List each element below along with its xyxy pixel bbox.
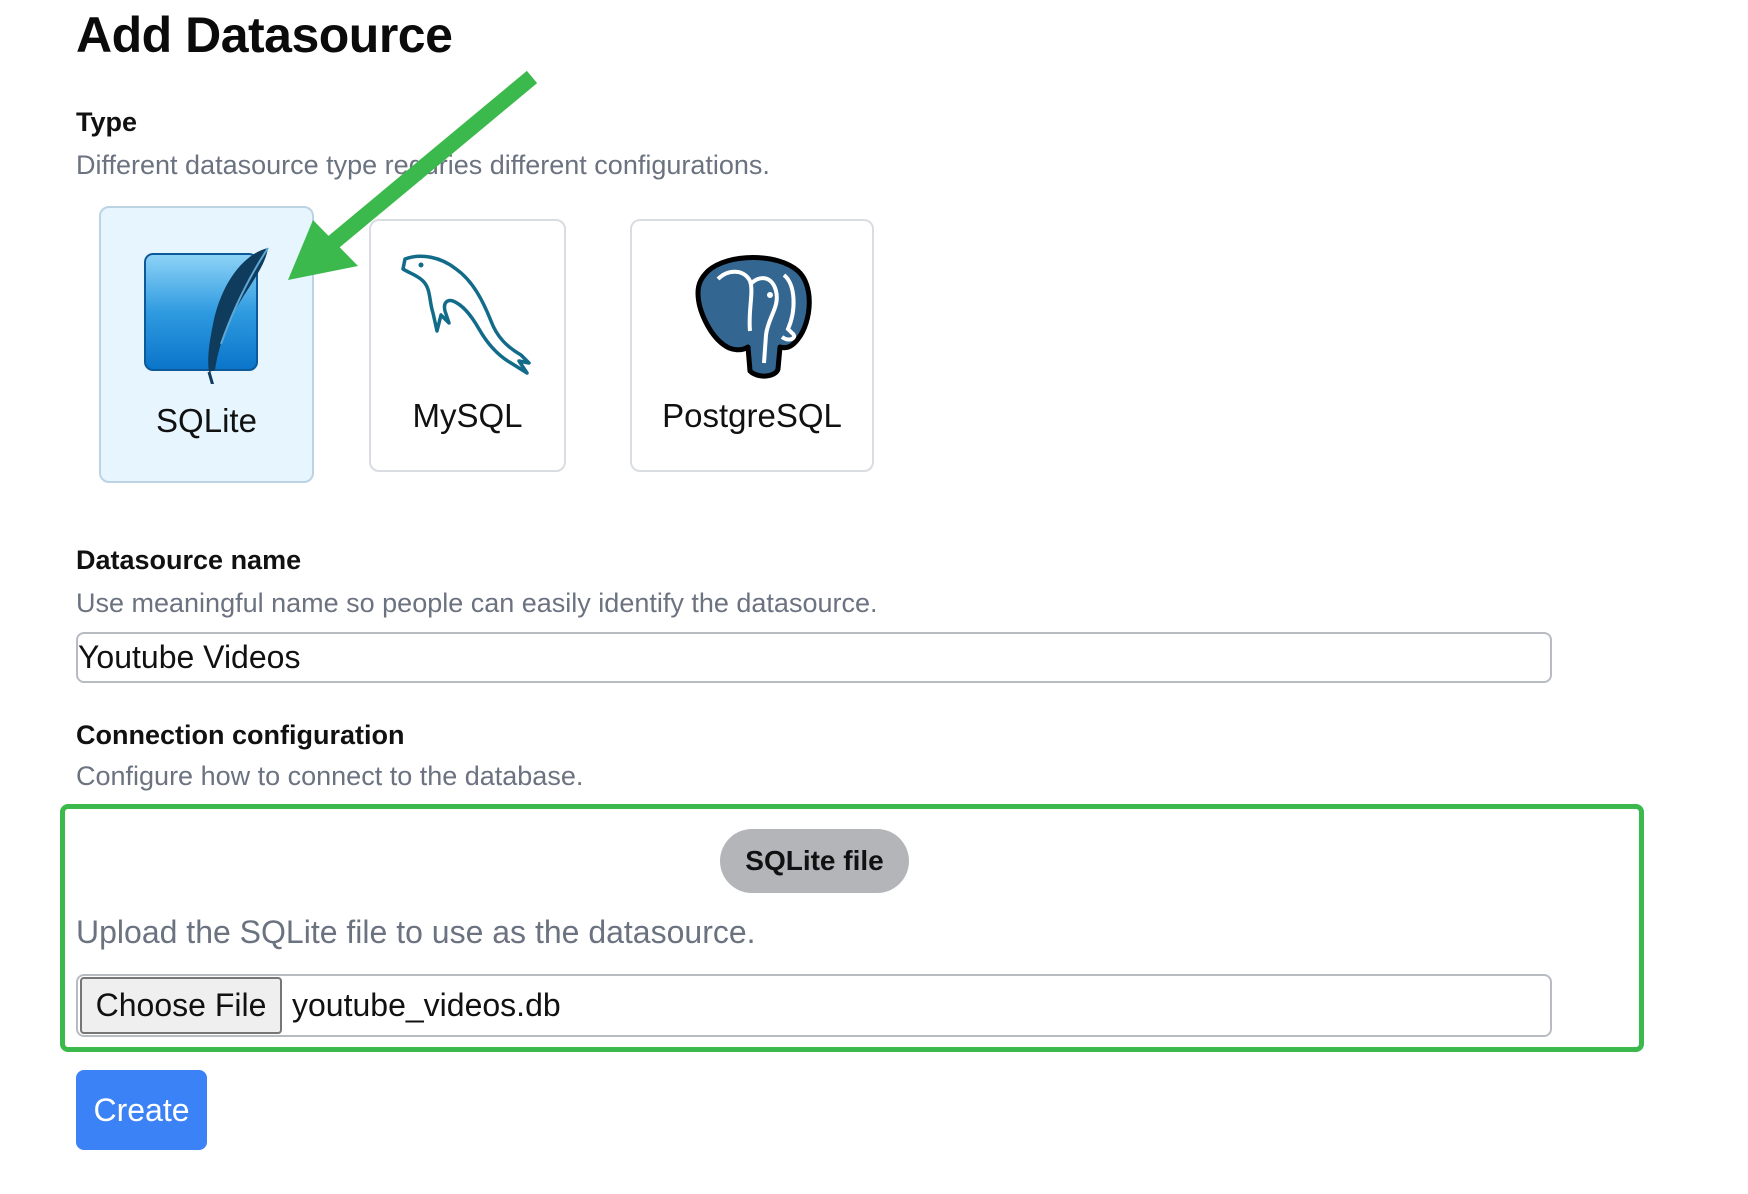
datasource-name-input[interactable] (76, 632, 1552, 683)
name-label: Datasource name (76, 545, 302, 575)
page-title: Add Datasource (76, 7, 453, 63)
type-card-postgresql[interactable]: PostgreSQL (630, 219, 874, 472)
selected-file-name: youtube_videos.db (292, 987, 561, 1023)
type-card-label: MySQL (412, 397, 523, 434)
type-card-label: PostgreSQL (662, 397, 842, 434)
connection-label: Connection configuration (76, 720, 405, 750)
type-card-sqlite[interactable]: SQLite (99, 206, 314, 483)
type-description: Different datasource type requries diffe… (76, 150, 770, 180)
connection-description: Configure how to connect to the database… (76, 761, 584, 791)
name-description: Use meaningful name so people can easily… (76, 588, 878, 618)
sqlite-feather-icon (144, 247, 269, 384)
sqlite-file-mode-pill[interactable]: SQLite file (720, 829, 909, 893)
upload-description: Upload the SQLite file to use as the dat… (76, 914, 756, 950)
choose-file-button[interactable]: Choose File (80, 977, 282, 1034)
postgresql-elephant-icon (695, 255, 812, 379)
type-card-mysql[interactable]: MySQL (369, 219, 566, 472)
mysql-dolphin-icon (401, 254, 531, 375)
type-label: Type (76, 107, 138, 137)
type-card-label: SQLite (156, 402, 257, 439)
create-button[interactable]: Create (76, 1070, 207, 1150)
file-upload-field[interactable]: Choose File youtube_videos.db (76, 974, 1552, 1037)
